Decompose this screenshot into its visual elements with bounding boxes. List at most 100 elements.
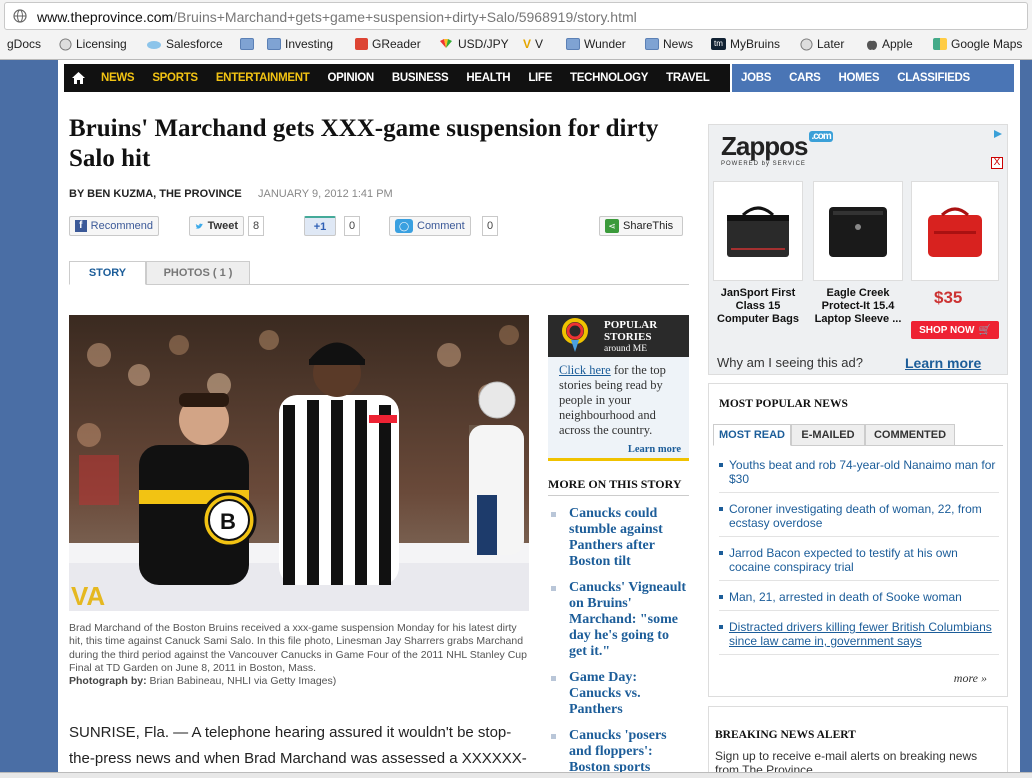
facebook-icon: f	[75, 220, 87, 232]
greader-icon	[355, 38, 368, 50]
more-link[interactable]: more »	[954, 671, 987, 686]
maps-icon	[933, 38, 947, 50]
apple-icon	[867, 40, 877, 50]
bookmark-gdocs[interactable]: gDocs	[7, 34, 41, 54]
v-icon: V	[523, 37, 532, 51]
nav-sports[interactable]: SPORTS	[143, 72, 207, 84]
bookmark-licensing[interactable]: Licensing	[59, 34, 127, 54]
bookmark-folder[interactable]	[240, 34, 254, 54]
nav-health[interactable]: HEALTH	[457, 72, 519, 84]
related-story-link[interactable]: Canucks 'posers and floppers': Boston sp…	[548, 728, 689, 776]
related-story-link[interactable]: Canucks' Vigneault on Bruins' Marchand: …	[548, 580, 689, 660]
secondary-nav: JOBS CARS HOMES CLASSIFIEDS	[732, 64, 1014, 92]
bookmark-investing[interactable]: Investing	[267, 34, 333, 54]
most-popular-tabs: MOST READ E-MAILED COMMENTED	[713, 424, 1003, 446]
primary-nav: NEWS SPORTS ENTERTAINMENT OPINION BUSINE…	[64, 64, 730, 92]
globe-icon	[59, 37, 72, 51]
bookmarks-bar: gDocs Licensing Salesforce Investing GRe…	[0, 34, 1032, 54]
zappos-tagline: POWERED by SERVICE	[721, 161, 806, 167]
popular-news-link[interactable]: Coroner investigating death of woman, 22…	[719, 502, 999, 537]
bookmark-v[interactable]: VV	[523, 34, 543, 54]
address-bar[interactable]: www.theprovince.com/Bruins+Marchand+gets…	[4, 2, 1028, 30]
popular-stories-text: Click here for the top stories being rea…	[559, 363, 666, 437]
globe-icon	[800, 37, 813, 51]
bookmark-salesforce[interactable]: Salesforce	[146, 34, 223, 54]
popular-stories-widget[interactable]: POPULAR STORIES around ME Click here for…	[548, 315, 689, 461]
tweet-button[interactable]: Tweet	[189, 216, 244, 236]
nav-business[interactable]: BUSINESS	[383, 72, 457, 84]
ad-why-text: Why am I seeing this ad?	[717, 355, 863, 370]
popular-news-link[interactable]: Distracted drivers killing fewer British…	[719, 620, 999, 655]
comment-count: 0	[482, 216, 498, 236]
article-tabs: STORY PHOTOS ( 1 )	[69, 261, 689, 285]
svg-text:VA: VA	[71, 581, 105, 611]
red-bag-image	[911, 181, 999, 281]
advertisement[interactable]: Zappos .com POWERED by SERVICE X JanSport…	[708, 124, 1008, 375]
photo-caption: Brad Marchand of the Boston Bruins recei…	[69, 622, 527, 688]
shop-now-button[interactable]: SHOP NOW 🛒	[911, 321, 999, 339]
bookmark-usdjpy[interactable]: USD/JPY	[438, 34, 509, 54]
folder-icon	[240, 38, 254, 50]
article-photo[interactable]: VA B	[69, 315, 529, 611]
most-popular-widget: MOST POPULAR NEWS MOST READ E-MAILED COM…	[708, 383, 1008, 697]
nav-travel[interactable]: TRAVEL	[657, 72, 718, 84]
breaking-news-widget: BREAKING NEWS ALERT Sign up to receive e…	[708, 706, 1008, 778]
tab-photos[interactable]: PHOTOS ( 1 )	[146, 261, 250, 285]
tweet-count: 8	[248, 216, 264, 236]
breaking-news-heading: BREAKING NEWS ALERT	[715, 729, 856, 741]
tab-commented[interactable]: COMMENTED	[865, 424, 955, 446]
nav-life[interactable]: LIFE	[519, 72, 561, 84]
comment-button[interactable]: ◯ Comment	[389, 216, 471, 236]
bookmark-apple[interactable]: Apple	[866, 34, 913, 54]
article-body: SUNRISE, Fla. — A telephone hearing assu…	[69, 724, 527, 778]
nav-cars[interactable]: CARS	[780, 72, 829, 84]
bookmark-google-maps[interactable]: Google Maps	[933, 34, 1022, 54]
popular-news-link[interactable]: Youths beat and rob 74-year-old Nanaimo …	[719, 458, 999, 493]
close-icon[interactable]: X	[991, 157, 1003, 169]
nav-opinion[interactable]: OPINION	[318, 72, 382, 84]
tab-most-read[interactable]: MOST READ	[713, 424, 791, 446]
globe-icon	[13, 9, 27, 23]
bookmark-news[interactable]: News	[645, 34, 693, 54]
related-story-link[interactable]: Canucks could stumble against Panthers a…	[548, 506, 689, 570]
nav-classifieds[interactable]: CLASSIFIEDS	[888, 72, 979, 84]
adchoices-icon[interactable]	[993, 129, 1003, 139]
bookmark-wunder[interactable]: Wunder	[566, 34, 626, 54]
learn-more-link[interactable]: Learn more	[628, 444, 681, 455]
folder-icon	[566, 38, 580, 50]
cart-icon: 🛒	[978, 324, 991, 336]
share-icon: ⋖	[605, 219, 619, 233]
ad-product[interactable]: Eagle Creek Protect-It 15.4 Laptop Sleev…	[813, 181, 903, 351]
nav-news[interactable]: NEWS	[92, 72, 143, 84]
tab-emailed[interactable]: E-MAILED	[791, 424, 865, 446]
most-popular-heading: MOST POPULAR NEWS	[719, 398, 848, 410]
related-story-link[interactable]: Game Day: Canucks vs. Panthers	[548, 670, 689, 718]
svg-text:B: B	[220, 509, 236, 534]
nav-entertainment[interactable]: ENTERTAINMENT	[207, 72, 319, 84]
recommend-button[interactable]: f Recommend	[69, 216, 159, 236]
sharethis-button[interactable]: ⋖ ShareThis	[599, 216, 683, 236]
popular-news-link[interactable]: Jarrod Bacon expected to testify at his …	[719, 546, 999, 581]
nav-technology[interactable]: TECHNOLOGY	[561, 72, 657, 84]
bookmark-greader[interactable]: GReader	[355, 34, 421, 54]
byline: BY BEN KUZMA, THE PROVINCE	[69, 188, 242, 200]
article-date: JANUARY 9, 2012 1:41 PM	[258, 188, 393, 200]
nav-homes[interactable]: HOMES	[830, 72, 889, 84]
url-text: www.theprovince.com/Bruins+Marchand+gets…	[37, 9, 637, 25]
ad-product[interactable]: JanSport First Class 15 Computer Bags	[713, 181, 803, 351]
article-headline: Bruins' Marchand gets XXX-game suspensio…	[69, 115, 659, 172]
bookmark-later[interactable]: Later	[800, 34, 844, 54]
plusone-count: 0	[344, 216, 360, 236]
ad-learn-more-link[interactable]: Learn more	[905, 355, 981, 371]
content-area: NEWS SPORTS ENTERTAINMENT OPINION BUSINE…	[58, 60, 1020, 778]
nav-jobs[interactable]: JOBS	[732, 72, 780, 84]
plusone-button[interactable]: +1	[304, 216, 336, 236]
speech-bubble-icon: ◯	[395, 219, 413, 233]
home-button[interactable]	[64, 72, 92, 84]
page-viewport: NEWS SPORTS ENTERTAINMENT OPINION BUSINE…	[0, 60, 1032, 778]
click-here-link[interactable]: Click here	[559, 363, 611, 377]
map-pin-icon	[562, 318, 588, 352]
tab-story[interactable]: STORY	[69, 261, 146, 285]
bookmark-mybruins[interactable]: tm MyBruins	[711, 34, 780, 54]
popular-news-link[interactable]: Man, 21, arrested in death of Sooke woma…	[719, 590, 999, 611]
